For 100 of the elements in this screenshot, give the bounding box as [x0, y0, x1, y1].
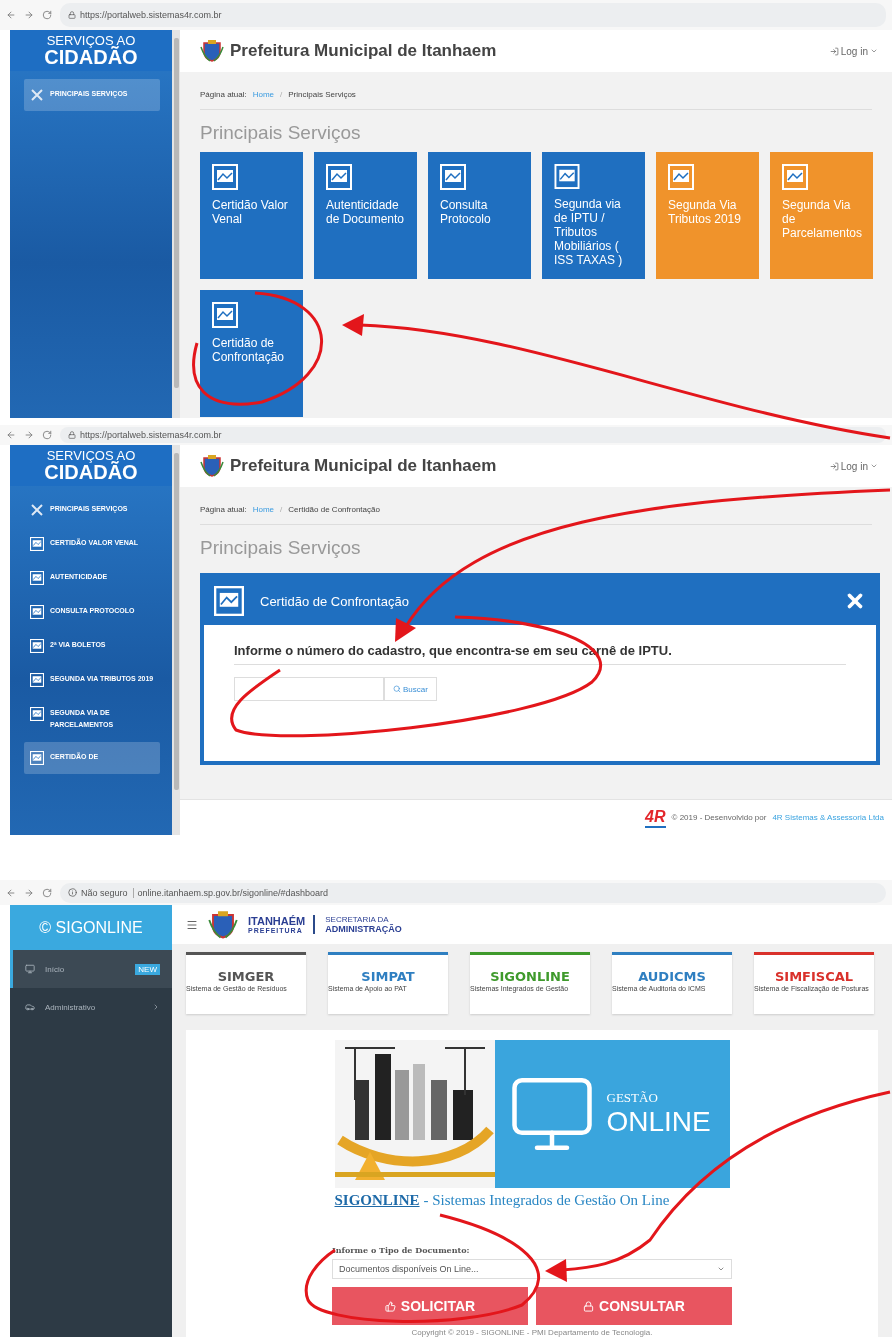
- system-name: SIMGER: [217, 969, 275, 984]
- sidebar-item[interactable]: Início NEW: [10, 950, 172, 988]
- breadcrumb-separator: /: [280, 505, 283, 514]
- car-icon: [25, 1002, 35, 1012]
- document-icon: [30, 605, 44, 619]
- request-button[interactable]: SOLICITAR: [332, 1287, 528, 1325]
- url-text: https://portalweb.sistemas4r.com.br: [80, 430, 222, 440]
- system-name: SIGONLINE: [490, 969, 570, 984]
- back-icon[interactable]: [6, 430, 16, 440]
- site-title: Prefeitura Municipal de Itanhaem: [230, 41, 497, 61]
- copyright-text: Copyright © 2019 - SIGONLINE - PMI Departamento de Tecnologia.: [411, 1328, 653, 1337]
- lock-icon: [68, 431, 76, 439]
- document-type-select[interactable]: Documentos disponíveis On Line...: [332, 1259, 732, 1279]
- breadcrumb-current: Principais Serviços: [288, 90, 356, 99]
- document-icon: [782, 164, 808, 190]
- department-text: SECRETARIA DA: [325, 915, 390, 924]
- reload-icon[interactable]: [42, 10, 52, 20]
- input-field[interactable]: [234, 677, 384, 701]
- document-icon: [30, 537, 44, 551]
- search-icon: [393, 685, 401, 693]
- crest-icon: [208, 909, 238, 940]
- caret-icon: [870, 47, 878, 55]
- security-warning: Não seguro: [81, 887, 134, 898]
- service-tile[interactable]: Certidão Valor Venal: [200, 152, 303, 279]
- document-icon: [668, 164, 694, 190]
- breadcrumb-link[interactable]: Home: [252, 90, 275, 99]
- forward-icon[interactable]: [24, 887, 34, 898]
- document-icon: [440, 164, 466, 190]
- info-icon: [68, 888, 77, 897]
- footer-link[interactable]: 4R Sistemas & Assessoria Ltda: [772, 813, 884, 822]
- back-icon[interactable]: [6, 887, 16, 898]
- login-link[interactable]: Log in: [829, 460, 878, 472]
- banner-tagline: - Sistemas Integrados de Gestão On Line: [423, 1192, 670, 1209]
- logo-text: ITANHAÉM: [248, 915, 306, 927]
- thumbs-up-icon: [384, 1300, 396, 1312]
- breadcrumb-separator: /: [280, 90, 283, 99]
- system-name: SIMPAT: [361, 969, 415, 984]
- search-button[interactable]: Buscar: [384, 677, 437, 701]
- scrollbar[interactable]: [172, 30, 180, 418]
- login-icon: [829, 461, 839, 471]
- document-icon: [30, 639, 44, 653]
- banner-text: ONLINE: [606, 1106, 711, 1138]
- document-icon: [214, 586, 244, 616]
- reload-icon[interactable]: [42, 887, 52, 898]
- footer-text: © 2019 - Desenvolvido por: [671, 813, 767, 822]
- url-text: online.itanhaem.sp.gov.br/sigonline/#dashboard: [137, 887, 328, 898]
- brand-text: SERVIÇOS AO: [46, 449, 136, 462]
- banner-link[interactable]: SIGONLINE: [334, 1192, 420, 1209]
- service-tile[interactable]: Segunda via de IPTU / Tributos Mobiliários ( ISS TAXAS ): [542, 152, 645, 279]
- forward-icon[interactable]: [24, 430, 34, 440]
- crest-icon: [200, 39, 224, 63]
- sidebar-brand: © SIGONLINE: [10, 905, 172, 950]
- caret-icon: [870, 462, 878, 470]
- dialog-title: Certidão de Confrontação: [260, 593, 409, 609]
- reload-icon[interactable]: [42, 430, 52, 440]
- sidebar-item[interactable]: Administrativo: [10, 988, 172, 1026]
- field-label: Informe o Tipo de Documento:: [332, 1245, 471, 1255]
- crest-icon: [200, 454, 224, 478]
- caret-icon: [717, 1265, 725, 1273]
- address-bar[interactable]: https://portalweb.sistemas4r.com.br: [60, 427, 886, 443]
- document-icon: [212, 164, 238, 190]
- breadcrumb-link[interactable]: Home: [252, 505, 275, 514]
- department-text: ADMINISTRAÇÃO: [325, 924, 402, 934]
- new-badge: NEW: [135, 963, 160, 975]
- brand-text: CIDADÃO: [44, 47, 138, 67]
- brand-text: SERVIÇOS AO: [46, 34, 136, 47]
- back-icon[interactable]: [6, 10, 16, 20]
- chevron-icon: [152, 1003, 160, 1011]
- document-icon: [326, 164, 352, 190]
- service-tile[interactable]: Certidão de Confrontação: [200, 290, 303, 417]
- page-title: Principais Serviços: [199, 536, 362, 560]
- document-icon: [30, 571, 44, 585]
- address-bar[interactable]: https://portalweb.sistemas4r.com.br: [60, 3, 886, 27]
- breadcrumb-label: Página atual:: [200, 90, 247, 99]
- document-icon: [30, 751, 44, 765]
- url-text: https://portalweb.sistemas4r.com.br: [80, 10, 222, 20]
- login-link[interactable]: Log in: [829, 45, 878, 57]
- system-name: SIMFISCAL: [774, 969, 854, 984]
- forward-icon[interactable]: [24, 10, 34, 20]
- login-icon: [829, 46, 839, 56]
- menu-icon[interactable]: [186, 918, 198, 931]
- query-button[interactable]: CONSULTAR: [536, 1287, 732, 1325]
- brand-text: CIDADÃO: [44, 462, 138, 482]
- service-tile[interactable]: Consulta Protocolo: [428, 152, 531, 279]
- banner-text: GESTÃO: [606, 1090, 659, 1106]
- site-title: Prefeitura Municipal de Itanhaem: [230, 456, 497, 476]
- scrollbar[interactable]: [172, 445, 180, 835]
- lock-icon: [68, 11, 76, 19]
- address-bar[interactable]: Não seguro online.itanhaem.sp.gov.br/sigonline/#dashboard: [60, 882, 886, 903]
- company-logo: 4R: [645, 807, 666, 828]
- breadcrumb-current: Certidão de Confrontação: [288, 505, 380, 514]
- service-tile[interactable]: Autenticidade de Documento: [314, 152, 417, 279]
- document-icon: [30, 707, 44, 721]
- document-icon: [554, 164, 580, 189]
- system-name: AUDICMS: [638, 969, 706, 984]
- document-icon: [212, 302, 238, 328]
- page-title: Principais Serviços: [199, 121, 362, 145]
- breadcrumb-label: Página atual:: [200, 505, 247, 514]
- lock-icon: [583, 1300, 595, 1312]
- monitor-icon: [25, 964, 35, 974]
